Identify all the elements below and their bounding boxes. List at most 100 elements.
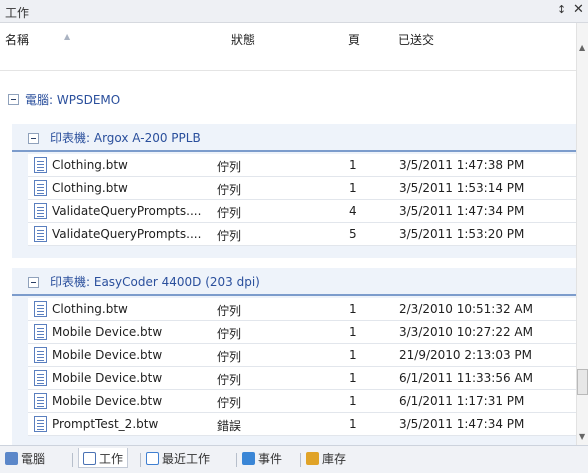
job-status: 佇列: [217, 396, 242, 410]
tab-jobs[interactable]: 工作: [78, 448, 129, 468]
job-list: Clothing.btw 佇列 1 3/5/2011 1:47:38 PM Cl…: [28, 154, 576, 246]
document-icon: [34, 347, 47, 363]
document-icon: [34, 301, 47, 317]
job-row[interactable]: ValidateQueryPrompts.... 佇列 4 3/5/2011 1…: [28, 200, 576, 223]
vertical-scrollbar[interactable]: ▲ ▼: [576, 23, 588, 445]
job-name: Clothing.btw: [52, 302, 128, 316]
job-status: 佇列: [217, 327, 242, 341]
recent-jobs-icon: [146, 452, 159, 465]
job-submitted: 6/1/2011 11:33:56 AM: [399, 371, 533, 385]
column-name-header[interactable]: 名稱: [5, 31, 29, 48]
job-submitted: 3/3/2010 10:27:22 AM: [399, 325, 533, 339]
tab-label: 最近工作: [162, 452, 211, 466]
job-row[interactable]: Mobile Device.btw 佇列 1 21/9/2010 2:13:03…: [28, 344, 576, 367]
job-status: 錯誤: [217, 419, 242, 433]
job-pages: 1: [349, 302, 357, 316]
column-header: 名稱 ▲ 狀態 頁 已送交: [0, 23, 576, 71]
pin-icon[interactable]: ↕: [557, 3, 566, 16]
tab-separator: [72, 453, 73, 467]
job-submitted: 21/9/2010 2:13:03 PM: [399, 348, 533, 362]
events-icon: [242, 452, 255, 465]
job-submitted: 3/5/2011 1:47:34 PM: [399, 417, 525, 431]
job-status: 佇列: [217, 160, 242, 174]
job-submitted: 3/5/2011 1:53:14 PM: [399, 181, 525, 195]
job-name: PromptTest_2.btw: [52, 417, 159, 431]
inventory-icon: [306, 452, 319, 465]
job-row[interactable]: ValidateQueryPrompts.... 佇列 5 3/5/2011 1…: [28, 223, 576, 246]
job-submitted: 2/3/2010 10:51:32 AM: [399, 302, 533, 316]
job-name: Clothing.btw: [52, 158, 128, 172]
printer-group-header[interactable]: 印表機: EasyCoder 4400D (203 dpi): [12, 268, 576, 296]
job-pages: 1: [349, 181, 357, 195]
job-row[interactable]: PromptTest_2.btw 錯誤 1 3/5/2011 1:47:34 P…: [28, 413, 576, 436]
printer-group-header[interactable]: 印表機: Argox A-200 PPLB: [12, 124, 576, 152]
document-icon: [34, 180, 47, 196]
job-pages: 1: [349, 348, 357, 362]
scrollbar-thumb[interactable]: [577, 369, 588, 395]
bottom-tab-bar: 電腦 工作 最近工作 事件 庫存: [0, 445, 588, 473]
tab-events[interactable]: 事件: [242, 450, 282, 470]
job-name: Clothing.btw: [52, 181, 128, 195]
tab-separator: [236, 453, 237, 467]
tab-label: 工作: [99, 452, 124, 466]
document-icon: [34, 157, 47, 173]
machine-group-label: 電腦: WPSDEMO: [25, 93, 121, 107]
job-status: 佇列: [217, 229, 242, 243]
job-name: ValidateQueryPrompts....: [52, 227, 202, 241]
document-icon: [34, 370, 47, 386]
tab-recent-jobs[interactable]: 最近工作: [146, 450, 210, 470]
job-row[interactable]: Mobile Device.btw 佇列 1 6/1/2011 11:33:56…: [28, 367, 576, 390]
tab-inventory[interactable]: 庫存: [306, 450, 346, 470]
job-row[interactable]: Clothing.btw 佇列 1 2/3/2010 10:51:32 AM: [28, 298, 576, 321]
machine-group-header[interactable]: 電腦: WPSDEMO: [0, 72, 576, 116]
tab-separator: [140, 453, 141, 467]
job-pages: 1: [349, 394, 357, 408]
collapse-toggle-icon[interactable]: [28, 133, 39, 144]
job-status: 佇列: [217, 206, 242, 220]
document-icon: [34, 324, 47, 340]
tab-label: 電腦: [21, 452, 46, 466]
document-icon: [34, 203, 47, 219]
document-icon: [34, 416, 47, 432]
job-submitted: 3/5/2011 1:47:38 PM: [399, 158, 525, 172]
scroll-down-icon[interactable]: ▼: [579, 432, 585, 441]
printer-group-label: 印表機: Argox A-200 PPLB: [50, 131, 201, 145]
tab-computers[interactable]: 電腦: [5, 450, 45, 470]
job-pages: 5: [349, 227, 357, 241]
job-row[interactable]: Mobile Device.btw 佇列 1 6/1/2011 1:17:31 …: [28, 390, 576, 413]
job-name: Mobile Device.btw: [52, 371, 163, 385]
scroll-up-icon[interactable]: ▲: [579, 43, 585, 52]
close-icon[interactable]: ✕: [573, 2, 584, 17]
column-submitted-header[interactable]: 已送交: [398, 31, 434, 48]
jobs-icon: [83, 452, 96, 465]
column-pages-header[interactable]: 頁: [348, 31, 360, 48]
job-name: Mobile Device.btw: [52, 394, 163, 408]
panel-title: 工作: [5, 6, 30, 20]
job-name: Mobile Device.btw: [52, 348, 163, 362]
job-pages: 1: [349, 417, 357, 431]
job-row[interactable]: Clothing.btw 佇列 1 3/5/2011 1:47:38 PM: [28, 154, 576, 177]
document-icon: [34, 393, 47, 409]
job-pages: 4: [349, 204, 357, 218]
collapse-toggle-icon[interactable]: [28, 277, 39, 288]
job-status: 佇列: [217, 350, 242, 364]
tab-separator: [300, 453, 301, 467]
job-row[interactable]: Clothing.btw 佇列 1 3/5/2011 1:53:14 PM: [28, 177, 576, 200]
tab-label: 事件: [258, 452, 283, 466]
job-list: Clothing.btw 佇列 1 2/3/2010 10:51:32 AM M…: [28, 298, 576, 436]
column-status-header[interactable]: 狀態: [231, 31, 255, 48]
computers-icon: [5, 452, 18, 465]
document-icon: [34, 226, 47, 242]
job-pages: 1: [349, 158, 357, 172]
sort-ascending-icon: ▲: [64, 32, 71, 41]
job-submitted: 3/5/2011 1:47:34 PM: [399, 204, 525, 218]
job-name: Mobile Device.btw: [52, 325, 163, 339]
job-submitted: 6/1/2011 1:17:31 PM: [399, 394, 525, 408]
job-pages: 1: [349, 325, 357, 339]
job-pages: 1: [349, 371, 357, 385]
collapse-toggle-icon[interactable]: [8, 94, 19, 105]
job-submitted: 3/5/2011 1:53:20 PM: [399, 227, 525, 241]
printer-group: 印表機: EasyCoder 4400D (203 dpi) Clothing.…: [12, 268, 576, 445]
printer-group: 印表機: Argox A-200 PPLB Clothing.btw 佇列 1 …: [12, 124, 576, 258]
job-row[interactable]: Mobile Device.btw 佇列 1 3/3/2010 10:27:22…: [28, 321, 576, 344]
